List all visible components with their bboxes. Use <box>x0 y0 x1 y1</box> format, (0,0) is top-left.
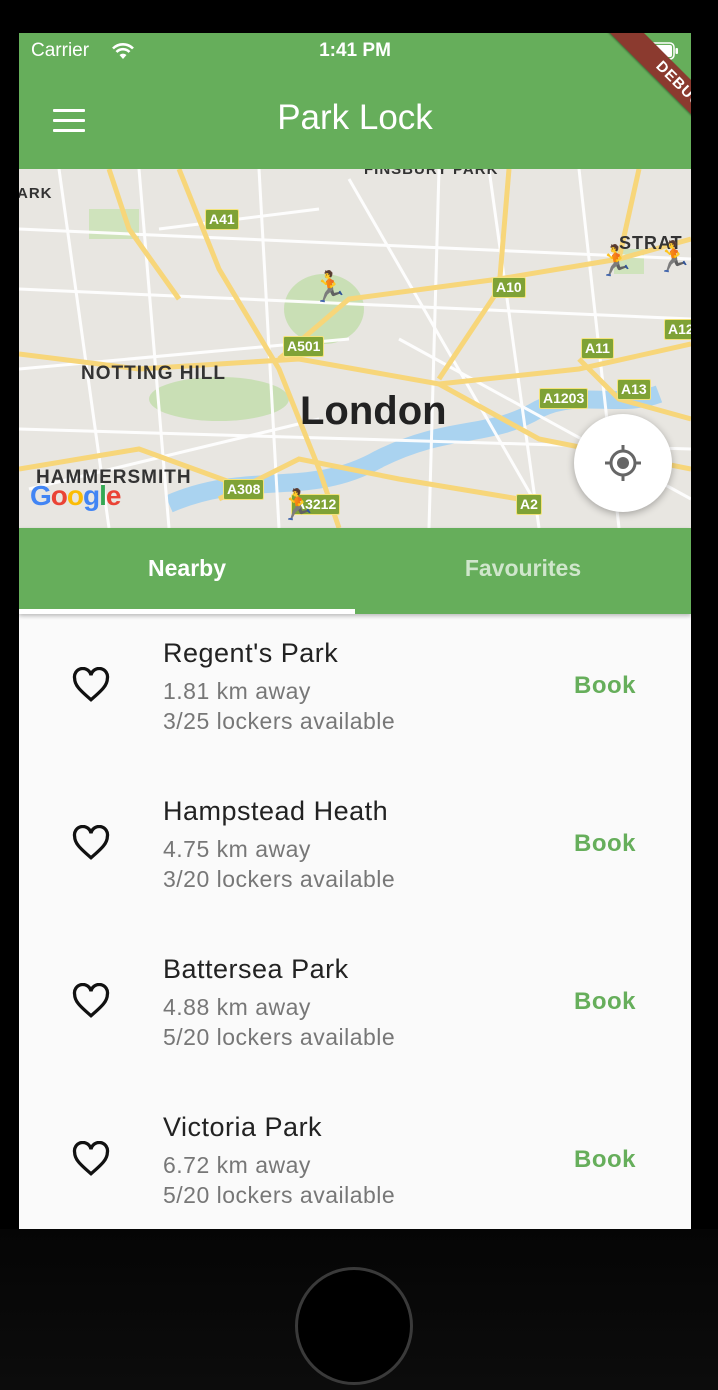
list-item[interactable]: Regent's Park 1.81 km away 3/25 lockers … <box>19 614 691 772</box>
heart-icon[interactable] <box>71 1141 111 1177</box>
park-distance: 1.81 km away <box>163 678 311 704</box>
tab-nearby[interactable]: Nearby <box>19 528 355 614</box>
crosshair-icon <box>605 445 641 481</box>
list-item[interactable]: Battersea Park 4.88 km away 5/20 lockers… <box>19 930 691 1088</box>
book-button[interactable]: Book <box>574 830 636 858</box>
park-marker-icon[interactable]: 🏃 <box>279 491 316 521</box>
park-lockers: 3/25 lockers available <box>163 708 396 734</box>
my-location-button[interactable] <box>574 414 672 512</box>
heart-icon[interactable] <box>71 667 111 703</box>
road-label: A10 <box>492 277 526 298</box>
park-distance: 4.75 km away <box>163 836 311 862</box>
status-time: 1:41 PM <box>319 40 391 61</box>
app-screen: Carrier 1:41 PM Park Lock FINSBURY PARK … <box>19 33 691 1229</box>
home-button[interactable] <box>295 1267 413 1385</box>
road-label: A41 <box>205 209 239 230</box>
park-name: Regent's Park <box>163 638 339 668</box>
park-name: Victoria Park <box>163 1112 323 1142</box>
map-label-ark: ARK <box>19 185 53 202</box>
map-view[interactable]: FINSBURY PARK ARK STRAT NOTTING HILL HAM… <box>19 169 691 528</box>
heart-icon[interactable] <box>71 983 111 1019</box>
park-lockers: 5/20 lockers available <box>163 1182 396 1208</box>
road-label: A1203 <box>539 388 589 409</box>
road-label: A2 <box>516 494 542 515</box>
map-label-notting-hill: NOTTING HILL <box>81 363 226 384</box>
road-label: A501 <box>283 336 325 357</box>
park-name: Battersea Park <box>163 954 349 984</box>
map-label-london: London <box>300 389 447 433</box>
park-marker-icon[interactable]: 🏃 <box>655 243 691 273</box>
book-button[interactable]: Book <box>574 988 636 1016</box>
park-name: Hampstead Heath <box>163 796 389 826</box>
park-distance: 4.88 km away <box>163 994 311 1020</box>
book-button[interactable]: Book <box>574 672 636 700</box>
tab-favourites[interactable]: Favourites <box>355 528 691 614</box>
heart-icon[interactable] <box>71 825 111 861</box>
status-bar: Carrier 1:41 PM <box>19 33 691 71</box>
list-item[interactable]: Hampstead Heath 4.75 km away 3/20 locker… <box>19 772 691 930</box>
road-label: A308 <box>223 479 265 500</box>
tab-bar: Nearby Favourites <box>19 528 691 614</box>
road-label: A13 <box>617 379 651 400</box>
park-lockers: 5/20 lockers available <box>163 1024 396 1050</box>
park-lockers: 3/20 lockers available <box>163 866 396 892</box>
phone-frame: Carrier 1:41 PM Park Lock FINSBURY PARK … <box>0 0 718 1390</box>
road-label: A11 <box>581 338 614 359</box>
park-marker-icon[interactable]: 🏃 <box>597 247 634 277</box>
park-marker-icon[interactable]: 🏃 <box>311 273 348 303</box>
app-bar: Park Lock <box>19 71 691 169</box>
park-distance: 6.72 km away <box>163 1152 311 1178</box>
google-logo: Google <box>30 480 121 511</box>
list-item[interactable]: Victoria Park 6.72 km away 5/20 lockers … <box>19 1088 691 1229</box>
road-label: A12 <box>664 319 691 340</box>
book-button[interactable]: Book <box>574 1146 636 1174</box>
app-title: Park Lock <box>277 98 433 137</box>
map-label-finsbury-park: FINSBURY PARK <box>364 169 499 178</box>
